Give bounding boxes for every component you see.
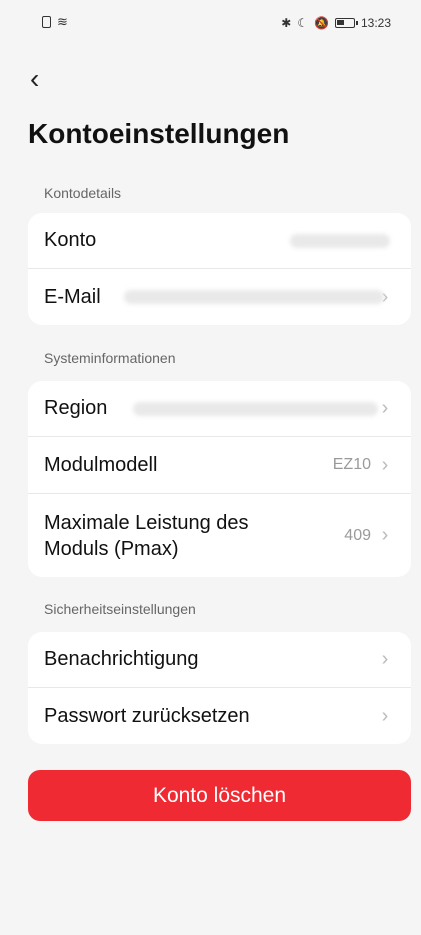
email-value-redacted <box>124 290 384 304</box>
status-time: 13:23 <box>360 16 391 30</box>
section-label-security: Sicherheitseinstellungen <box>44 601 196 617</box>
battery-icon <box>334 18 358 28</box>
status-left: ≋ <box>42 14 68 29</box>
security-card: Benachrichtigung › Passwort zurücksetzen… <box>28 632 411 744</box>
system-info-card: Region › Modulmodell EZ10 › Maximale Lei… <box>28 381 411 577</box>
wifi-icon: ≋ <box>57 14 68 29</box>
mute-icon: 🔕 <box>314 16 329 30</box>
account-value-redacted <box>290 234 390 248</box>
row-label-notification: Benachrichtigung <box>44 648 199 670</box>
chevron-right-icon: › <box>381 704 389 727</box>
delete-account-button[interactable]: Konto löschen <box>28 770 411 821</box>
row-label-email: E-Mail <box>44 285 101 308</box>
page-title: Kontoeinstellungen <box>28 118 290 149</box>
status-right: ✱ ☾ 🔕 13:23 <box>281 16 391 30</box>
chevron-left-icon: ‹ <box>30 63 40 94</box>
chevron-right-icon: › <box>381 397 389 419</box>
row-label-account: Konto <box>44 229 97 251</box>
section-label-account-details: Kontodetails <box>44 185 122 201</box>
row-label-module-model: Modulmodell <box>44 453 158 476</box>
row-label-region: Region <box>44 397 108 419</box>
bluetooth-icon: ✱ <box>281 16 292 30</box>
module-model-value: EZ10 <box>332 456 371 473</box>
section-label-system-info: Systeminformationen <box>44 350 176 366</box>
chevron-right-icon: › <box>381 453 389 476</box>
row-account[interactable]: Konto <box>28 213 411 269</box>
account-details-card: Konto E-Mail › <box>28 213 411 325</box>
row-email[interactable]: E-Mail › <box>28 269 411 325</box>
row-reset-password[interactable]: Passwort zurücksetzen › <box>28 688 411 744</box>
region-value-redacted <box>133 402 378 416</box>
do-not-disturb-icon: ☾ <box>297 16 309 30</box>
sim-icon <box>42 16 51 28</box>
row-region[interactable]: Region › <box>28 381 411 437</box>
chevron-right-icon: › <box>381 648 389 670</box>
max-power-value: 409 <box>344 526 371 544</box>
status-bar: ≋ ✱ ☾ 🔕 13:23 <box>0 0 421 50</box>
row-label-reset-password: Passwort zurücksetzen <box>44 704 250 727</box>
chevron-right-icon: › <box>381 524 389 546</box>
row-notification[interactable]: Benachrichtigung › <box>28 632 411 688</box>
row-label-max-power: Maximale Leistung des Moduls (Pmax) <box>44 511 249 560</box>
back-button[interactable]: ‹ <box>30 63 60 94</box>
row-max-power[interactable]: Maximale Leistung des Moduls (Pmax) 409 … <box>28 494 411 577</box>
row-module-model[interactable]: Modulmodell EZ10 › <box>28 437 411 494</box>
